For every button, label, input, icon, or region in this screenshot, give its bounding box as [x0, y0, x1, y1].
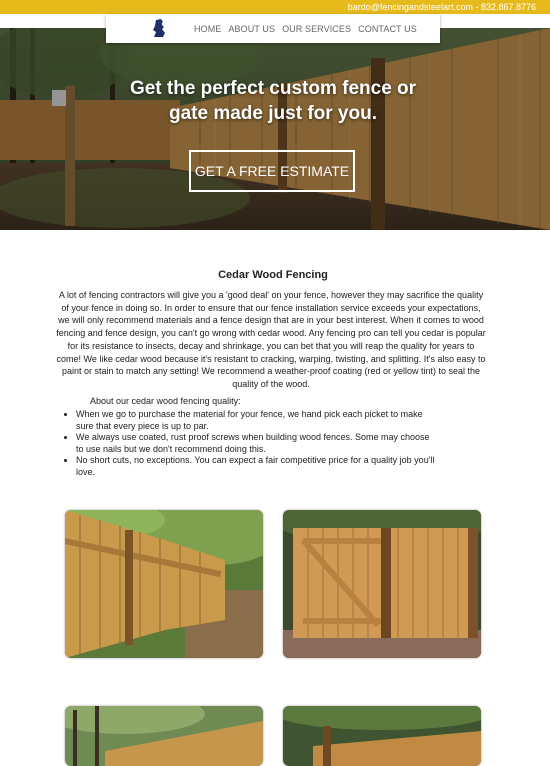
hero-banner: Get the perfect custom fence or gate mad…: [0, 28, 550, 230]
quality-item: No short cuts, no exceptions. You can ex…: [76, 455, 436, 478]
gallery-photo-fence-side[interactable]: [65, 510, 263, 658]
nav-links: HOME ABOUT US OUR SERVICES CONTACT US: [194, 14, 417, 43]
quality-item: When we go to purchase the material for …: [76, 409, 436, 432]
gallery-photo-fence-4[interactable]: [283, 706, 481, 766]
gallery-photo-fence-gate[interactable]: [283, 510, 481, 658]
main-navigation: HOME ABOUT US OUR SERVICES CONTACT US: [106, 14, 440, 43]
top-contact-bar: bardo@fencingandsteelart.com - 832.867.8…: [0, 0, 550, 14]
contact-info[interactable]: bardo@fencingandsteelart.com - 832.867.8…: [348, 0, 536, 14]
quality-item: We always use coated, rust proof screws …: [76, 432, 436, 455]
nav-home[interactable]: HOME: [194, 24, 221, 34]
hero-title-line-1: Get the perfect custom fence or: [129, 78, 417, 99]
fence-image-4: [283, 706, 481, 766]
intro-paragraph: A lot of fencing contractors will give y…: [56, 290, 486, 389]
hero-title: Get the perfect custom fence or gate mad…: [0, 76, 546, 126]
fence-gate-image: [283, 510, 481, 658]
nav-contact-us[interactable]: CONTACT US: [358, 24, 417, 34]
section-title: Cedar Wood Fencing: [218, 269, 328, 281]
nav-about-us[interactable]: ABOUT US: [228, 24, 275, 34]
nav-our-services[interactable]: OUR SERVICES: [282, 24, 351, 34]
hero-fence-photo: [0, 28, 550, 230]
gallery-photo-fence-3[interactable]: [65, 706, 263, 766]
hero-title-line-2: gate made just for you.: [169, 103, 377, 124]
fence-side-image: [65, 510, 263, 658]
knight-logo-icon[interactable]: [150, 18, 168, 38]
free-estimate-button[interactable]: GET A FREE ESTIMATE: [189, 150, 355, 192]
quality-label: About our cedar wood fencing quality:: [90, 396, 241, 406]
quality-list: When we go to purchase the material for …: [64, 409, 436, 478]
fence-image-3: [65, 706, 263, 766]
